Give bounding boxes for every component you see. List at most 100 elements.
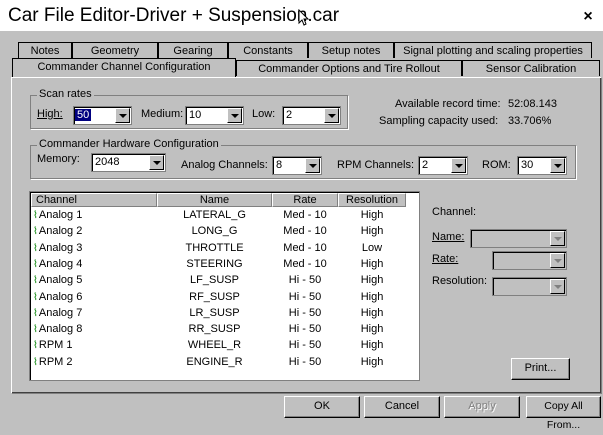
rate-select[interactable] (492, 251, 567, 270)
memory-label: Memory: (37, 153, 80, 165)
name-cell: WHEEL_R (187, 339, 242, 352)
table-row[interactable]: ⌇ RPM 2 ENGINE_R Hi - 50 High (30, 355, 419, 370)
available-record-time-value: 52:08.143 (508, 98, 557, 110)
rate-cell: Hi - 50 (288, 274, 322, 287)
memory-select[interactable]: 2048 (91, 153, 166, 172)
tab-signal-plotting[interactable]: Signal plotting and scaling properties (394, 42, 592, 58)
rpm-channels-select[interactable]: 2 (418, 156, 468, 175)
column-header-resolution[interactable]: Resolution (338, 193, 406, 207)
name-cell: LATERAL_G (183, 209, 246, 221)
close-button[interactable]: × (578, 8, 598, 26)
resolution-cell: High (360, 209, 384, 221)
table-row[interactable]: ⌇ Analog 4 STEERING Med - 10 High (30, 257, 419, 272)
high-rate-select[interactable]: 50 (73, 106, 132, 125)
signal-wave-icon: ⌇ (33, 258, 38, 270)
chevron-down-icon[interactable] (550, 253, 565, 268)
rom-label: ROM: (482, 159, 511, 171)
cancel-button[interactable]: Cancel (364, 396, 440, 418)
resolution-cell: High (360, 339, 384, 352)
channel-cell: ⌇ RPM 2 (33, 356, 73, 368)
title-bar[interactable]: Car File Editor-Driver + Suspension.car … (0, 0, 603, 31)
analog-channels-select[interactable]: 8 (272, 156, 322, 175)
chevron-down-icon[interactable] (324, 108, 339, 123)
column-header-rate[interactable]: Rate (272, 193, 338, 207)
name-select[interactable] (470, 229, 567, 248)
channel-cell: ⌇ Analog 4 (33, 258, 82, 270)
rate-cell: Hi - 50 (288, 323, 322, 336)
mouse-pointer-icon (298, 8, 310, 30)
column-header-channel[interactable]: Channel (31, 193, 157, 207)
channel-text: Analog 3 (38, 241, 83, 254)
table-row[interactable]: ⌇ Analog 1 LATERAL_G Med - 10 High (30, 208, 419, 223)
channel-text: Analog 5 (38, 274, 83, 287)
tab-gearing[interactable]: Gearing (158, 42, 228, 58)
low-rate-select[interactable]: 2 (282, 106, 341, 125)
tab-geometry[interactable]: Geometry (72, 42, 158, 58)
rate-cell: Med - 10 (283, 241, 327, 254)
table-row[interactable]: ⌇ Analog 6 RF_SUSP Hi - 50 High (30, 290, 419, 305)
signal-wave-icon: ⌇ (33, 210, 38, 221)
medium-rate-select[interactable]: 10 (185, 106, 244, 125)
resolution-select[interactable] (492, 277, 567, 296)
high-label: High: (37, 108, 63, 120)
table-row[interactable]: ⌇ Analog 8 RR_SUSP Hi - 50 High (30, 322, 419, 337)
rpm-channels-value: 2 (422, 159, 429, 171)
tab-setup-notes[interactable]: Setup notes (308, 42, 394, 58)
scan-rates-title: Scan rates (37, 88, 94, 100)
apply-button[interactable]: Apply (444, 396, 520, 418)
tab-commander-channel-configuration[interactable]: Commander Channel Configuration (12, 58, 236, 78)
rate-cell: Hi - 50 (288, 306, 322, 319)
high-rate-value: 50 (75, 109, 92, 121)
channel-text: RPM 2 (38, 355, 73, 368)
name-cell: LR_SUSP (189, 306, 240, 319)
chevron-down-icon[interactable] (115, 108, 130, 123)
rate-cell: Hi - 50 (288, 355, 322, 368)
chevron-down-icon[interactable] (149, 155, 164, 170)
chevron-down-icon[interactable] (550, 279, 565, 294)
ok-button[interactable]: OK (284, 396, 360, 418)
available-record-time-label: Available record time: (395, 98, 501, 110)
tab-notes[interactable]: Notes (18, 42, 72, 58)
signal-wave-icon: ⌇ (33, 356, 38, 368)
name-cell: RF_SUSP (189, 290, 240, 303)
channel-list[interactable]: Channel Name Rate Resolution ⌇ Analog 1 LA… (29, 191, 420, 381)
channel-text: Analog 8 (38, 323, 83, 336)
medium-rate-value: 10 (189, 109, 202, 121)
rom-value: 30 (521, 159, 534, 171)
tab-sensor-calibration[interactable]: Sensor Calibration (462, 60, 600, 76)
sampling-capacity-label: Sampling capacity used: (379, 115, 499, 127)
channel-cell: ⌇ RPM 1 (33, 339, 73, 351)
name-cell: THROTTLE (185, 241, 244, 254)
signal-wave-icon: ⌇ (33, 242, 38, 254)
rom-select[interactable]: 30 (517, 156, 567, 175)
channel-cell: ⌇ Analog 8 (33, 323, 82, 335)
resolution-cell: High (360, 323, 384, 336)
tab-commander-options[interactable]: Commander Options and Tire Rollout (236, 60, 462, 76)
table-row[interactable]: ⌇ Analog 3 THROTTLE Med - 10 Low (30, 241, 419, 256)
table-row[interactable]: ⌇ RPM 1 WHEEL_R Hi - 50 High (30, 338, 419, 353)
resolution-cell: High (360, 274, 384, 287)
column-header-name[interactable]: Name (157, 193, 272, 207)
resolution-cell: High (360, 257, 384, 270)
memory-value: 2048 (95, 156, 120, 168)
chevron-down-icon[interactable] (451, 158, 466, 173)
chevron-down-icon[interactable] (305, 158, 320, 173)
channel-cell: ⌇ Analog 2 (33, 225, 82, 237)
table-row[interactable]: ⌇ Analog 2 LONG_G Med - 10 High (30, 224, 419, 239)
table-row[interactable]: ⌇ Analog 7 LR_SUSP Hi - 50 High (30, 306, 419, 321)
chevron-down-icon[interactable] (227, 108, 242, 123)
signal-wave-icon: ⌇ (33, 291, 38, 303)
resolution-label: Resolution: (432, 275, 488, 287)
chevron-down-icon[interactable] (550, 158, 565, 173)
rate-cell: Hi - 50 (288, 290, 322, 303)
print-button[interactable]: Print... (511, 358, 570, 380)
table-row[interactable]: ⌇ Analog 5 LF_SUSP Hi - 50 High (30, 273, 419, 288)
copy-all-from-button[interactable]: Copy All From... (526, 396, 601, 431)
chevron-down-icon[interactable] (550, 231, 565, 246)
channel-text: Analog 6 (38, 290, 83, 303)
channel-text: Analog 1 (38, 209, 83, 221)
channel-cell: ⌇ Analog 6 (33, 291, 82, 303)
tab-constants[interactable]: Constants (228, 42, 308, 58)
channel-text: RPM 1 (38, 339, 73, 352)
name-cell: ENGINE_R (186, 355, 243, 368)
